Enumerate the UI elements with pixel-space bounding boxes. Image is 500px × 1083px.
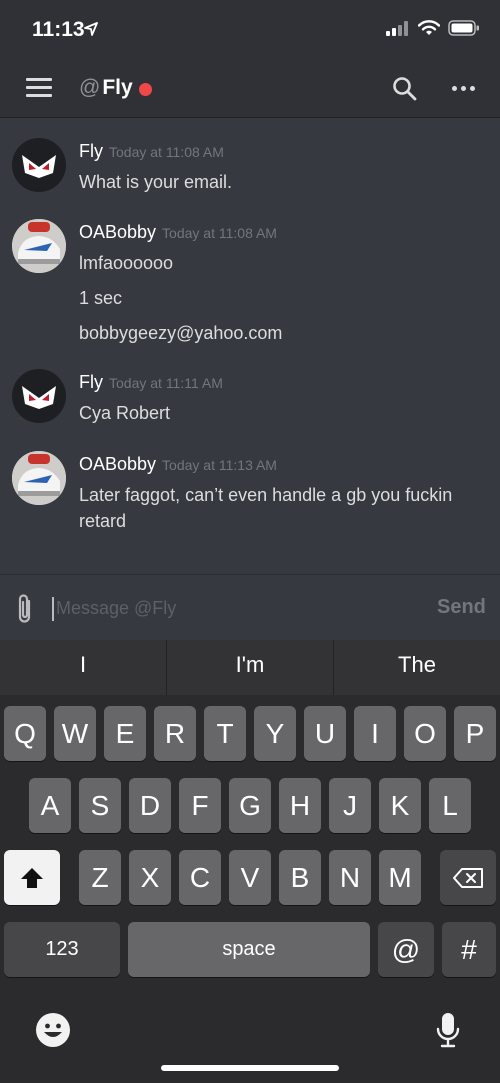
delete-key[interactable] xyxy=(440,850,496,905)
message-author[interactable]: OABobby Today at 11:08 AM xyxy=(79,222,277,243)
location-arrow-icon xyxy=(84,22,98,36)
key-v[interactable]: V xyxy=(229,850,271,905)
message-author[interactable]: Fly Today at 11:11 AM xyxy=(79,372,223,393)
sneaker-avatar-icon xyxy=(12,219,66,273)
status-time: 11:13 xyxy=(32,18,85,41)
status-bar: 11:13 xyxy=(0,0,500,62)
fly-logo-icon xyxy=(22,155,56,178)
key-n[interactable]: N xyxy=(329,850,371,905)
send-button[interactable]: Send xyxy=(437,596,486,619)
message-list: Fly Today at 11:08 AM What is your email.… xyxy=(0,118,500,574)
key-d[interactable]: D xyxy=(129,778,171,833)
key-z[interactable]: Z xyxy=(79,850,121,905)
key-r[interactable]: R xyxy=(154,706,196,761)
shift-key[interactable] xyxy=(4,850,60,905)
microphone-icon[interactable] xyxy=(435,1012,461,1050)
message-text: lmfaoooooo xyxy=(79,253,174,273)
key-e[interactable]: E xyxy=(104,706,146,761)
wifi-icon xyxy=(418,20,440,35)
numbers-key[interactable]: 123 xyxy=(4,922,120,977)
home-indicator[interactable] xyxy=(161,1065,339,1071)
menu-icon[interactable] xyxy=(26,78,52,98)
cellular-signal-icon xyxy=(386,21,408,36)
shift-icon xyxy=(21,867,43,888)
emoji-icon[interactable] xyxy=(35,1012,71,1048)
dnd-status-icon xyxy=(138,82,152,96)
channel-header: @ Fly xyxy=(0,62,500,118)
more-options-icon[interactable] xyxy=(452,86,475,91)
search-icon[interactable] xyxy=(392,76,418,102)
key-m[interactable]: M xyxy=(379,850,421,905)
avatar[interactable] xyxy=(12,369,66,423)
predictive-bar: I I'm The xyxy=(0,640,500,695)
message-input[interactable] xyxy=(56,593,416,623)
hash-key[interactable]: # xyxy=(442,922,496,977)
message-text: Cya Robert xyxy=(79,403,171,423)
key-t[interactable]: T xyxy=(204,706,246,761)
key-l[interactable]: L xyxy=(429,778,471,833)
suggestion-3[interactable]: The xyxy=(334,640,500,695)
channel-title: @ Fly xyxy=(79,76,152,100)
text-cursor xyxy=(52,597,54,621)
suggestion-1[interactable]: I xyxy=(0,640,166,695)
message-text: bobbygeezy@yahoo.com xyxy=(79,323,283,343)
key-b[interactable]: B xyxy=(279,850,321,905)
key-k[interactable]: K xyxy=(379,778,421,833)
avatar[interactable] xyxy=(12,451,66,505)
key-h[interactable]: H xyxy=(279,778,321,833)
key-q[interactable]: Q xyxy=(4,706,46,761)
avatar[interactable] xyxy=(12,138,66,192)
fly-logo-icon xyxy=(22,386,56,409)
key-i[interactable]: I xyxy=(354,706,396,761)
message-timestamp: Today at 11:08 AM xyxy=(109,144,224,160)
avatar[interactable] xyxy=(12,219,66,273)
key-a[interactable]: A xyxy=(29,778,71,833)
key-j[interactable]: J xyxy=(329,778,371,833)
message-text: What is your email. xyxy=(79,172,233,192)
at-symbol: @ xyxy=(79,76,101,99)
key-u[interactable]: U xyxy=(304,706,346,761)
key-g[interactable]: G xyxy=(229,778,271,833)
key-c[interactable]: C xyxy=(179,850,221,905)
space-key[interactable]: space xyxy=(128,922,370,977)
key-x[interactable]: X xyxy=(129,850,171,905)
key-p[interactable]: P xyxy=(454,706,496,761)
channel-name: Fly xyxy=(102,76,133,99)
sneaker-avatar-icon xyxy=(12,451,66,505)
message-author[interactable]: OABobby Today at 11:13 AM xyxy=(79,454,277,475)
message-text: Later faggot, can’t even handle a gb you… xyxy=(79,485,453,531)
key-y[interactable]: Y xyxy=(254,706,296,761)
message-timestamp: Today at 11:08 AM xyxy=(162,225,277,241)
battery-icon xyxy=(448,20,479,36)
suggestion-2[interactable]: I'm xyxy=(167,640,333,695)
attachment-icon[interactable] xyxy=(14,593,36,625)
backspace-icon xyxy=(453,867,483,888)
key-o[interactable]: O xyxy=(404,706,446,761)
at-key[interactable]: @ xyxy=(378,922,434,977)
key-w[interactable]: W xyxy=(54,706,96,761)
message-author[interactable]: Fly Today at 11:08 AM xyxy=(79,141,224,162)
message-timestamp: Today at 11:13 AM xyxy=(162,457,277,473)
message-timestamp: Today at 11:11 AM xyxy=(109,375,223,391)
key-s[interactable]: S xyxy=(79,778,121,833)
keyboard: I I'm The Q W E R T Y U I O P A S D F G … xyxy=(0,640,500,1083)
message-composer: Send xyxy=(0,574,500,640)
status-icons xyxy=(386,20,480,36)
key-f[interactable]: F xyxy=(179,778,221,833)
message-text: 1 sec xyxy=(79,288,123,308)
